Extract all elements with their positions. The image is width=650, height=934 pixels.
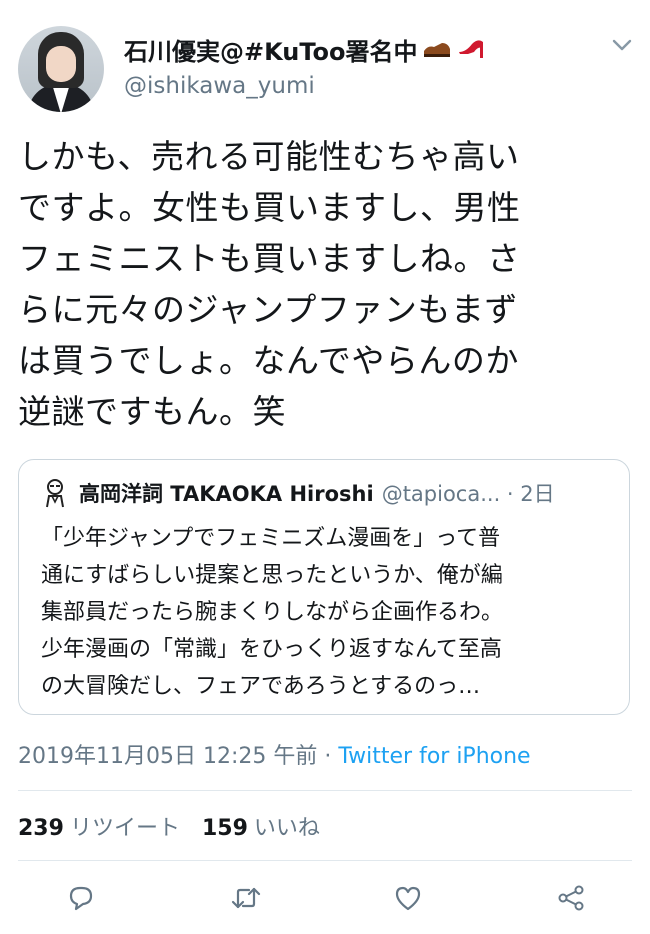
divider bbox=[18, 860, 632, 861]
chevron-down-icon[interactable] bbox=[610, 36, 634, 54]
tweet-line: らに元々のジャンプファンもまず bbox=[18, 290, 518, 329]
quoted-author-name[interactable]: 高岡洋詞 TAKAOKA Hiroshi bbox=[79, 478, 374, 508]
avatar[interactable] bbox=[18, 26, 104, 112]
tweet-line: フェミニストも買いますしね。さ bbox=[18, 239, 521, 278]
author-handle[interactable]: @ishikawa_yumi bbox=[124, 73, 315, 99]
quoted-tweet-card[interactable]: 高岡洋詞 TAKAOKA Hiroshi @tapioca... · 2日 「少… bbox=[18, 459, 630, 715]
quoted-author-handle-time: @tapioca... · 2日 bbox=[381, 482, 555, 506]
quoted-line: 集部員だったら腕まくりしながら企画作るわ。 bbox=[41, 600, 504, 625]
quoted-line: 少年漫画の「常識」をひっくり返すなんて至高 bbox=[41, 637, 502, 662]
heart-icon[interactable] bbox=[390, 880, 426, 916]
author-display-name[interactable]: 石川優実@#KuToo署名中 bbox=[124, 32, 418, 67]
quoted-line: 「少年ジャンプでフェミニズム漫画を」って普 bbox=[41, 526, 501, 551]
quoted-line: 通にすばらしい提案と思ったというか、俺が編 bbox=[41, 563, 503, 588]
tweet-line: しかも、売れる可能性むちゃ高い bbox=[18, 137, 520, 176]
tweet-meta: 2019年11月05日 12:25 午前 · Twitter for iPhon… bbox=[18, 738, 531, 770]
reply-icon[interactable] bbox=[63, 880, 99, 916]
tweet-stats: 239 リツイート 159 いいね bbox=[18, 810, 320, 842]
tweet-source-link[interactable]: Twitter for iPhone bbox=[338, 744, 530, 769]
like-label[interactable]: いいね bbox=[254, 816, 320, 841]
author-name-row[interactable]: 石川優実@#KuToo署名中 bbox=[124, 32, 486, 67]
tweet-text: しかも、売れる可能性むちゃ高い ですよ。女性も買いますし、男性 フェミニストも買… bbox=[18, 131, 638, 437]
retweet-icon[interactable] bbox=[228, 880, 264, 916]
quoted-line: の大冒険だし、フェアであろうとするのっ… bbox=[41, 674, 481, 699]
quoted-avatar bbox=[41, 478, 69, 508]
high-heel-icon bbox=[456, 36, 486, 64]
tweet-line: ですよ。女性も買いますし、男性 bbox=[18, 188, 521, 227]
tweet-line: は買うでしょ。なんでやらんのか bbox=[18, 341, 519, 380]
quoted-tweet-header: 高岡洋詞 TAKAOKA Hiroshi @tapioca... · 2日 bbox=[41, 478, 621, 508]
quoted-tweet-text: 「少年ジャンプでフェミニズム漫画を」って普 通にすばらしい提案と思ったというか、… bbox=[41, 520, 616, 705]
tweet-line: 逆謎ですもん。笑 bbox=[18, 392, 286, 431]
like-count[interactable]: 159 bbox=[202, 816, 248, 841]
divider bbox=[18, 790, 632, 791]
retweet-label[interactable]: リツイート bbox=[70, 816, 180, 841]
shoe-icon bbox=[422, 37, 452, 63]
tweet-timestamp: 2019年11月05日 12:25 午前 · bbox=[18, 744, 339, 769]
share-icon[interactable] bbox=[553, 880, 589, 916]
retweet-count[interactable]: 239 bbox=[18, 816, 64, 841]
